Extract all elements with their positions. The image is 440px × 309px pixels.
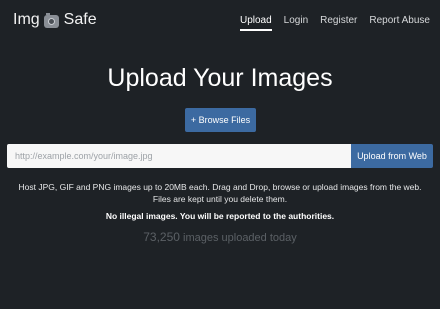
brand-name-right: Safe xyxy=(63,11,97,28)
main-nav: Upload Login Register Report Abuse xyxy=(228,15,430,31)
brand-name-left: Img xyxy=(13,11,40,28)
image-url-input[interactable] xyxy=(7,144,351,168)
upload-count-value: 73,250 xyxy=(143,230,180,244)
camera-icon xyxy=(43,12,59,28)
browse-files-button[interactable]: + Browse Files xyxy=(185,108,256,132)
upload-count-label: images uploaded today xyxy=(183,232,297,244)
nav-upload[interactable]: Upload xyxy=(239,15,272,31)
nav-register[interactable]: Register xyxy=(320,15,357,26)
nav-report-abuse[interactable]: Report Abuse xyxy=(369,15,430,26)
upload-description: Host JPG, GIF and PNG images up to 20MB … xyxy=(18,182,422,204)
upload-from-web-button[interactable]: Upload from Web xyxy=(351,144,433,168)
brand-logo[interactable]: Img Safe xyxy=(13,11,97,29)
navbar: Img Safe Upload Login Register Report Ab… xyxy=(0,0,440,44)
illegal-images-warning: No illegal images. You will be reported … xyxy=(105,211,335,221)
page-title: Upload Your Images xyxy=(107,64,333,92)
url-upload-form: Upload from Web xyxy=(7,144,433,168)
nav-login[interactable]: Login xyxy=(284,15,308,26)
upload-counter: 73,250 images uploaded today xyxy=(0,230,440,244)
